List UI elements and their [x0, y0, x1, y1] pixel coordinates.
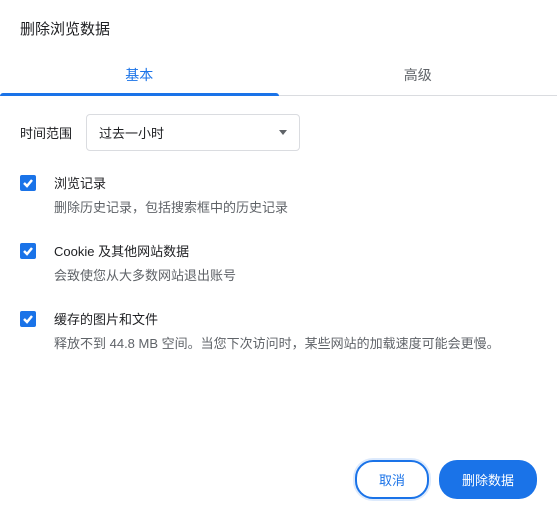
option-text: Cookie 及其他网站数据 会致使您从大多数网站退出账号 [54, 241, 537, 287]
time-range-selected: 过去一小时 [99, 123, 164, 142]
checkbox-cache[interactable] [20, 311, 36, 327]
option-title: 缓存的图片和文件 [54, 309, 537, 328]
chevron-down-icon [279, 130, 287, 135]
dialog-title: 删除浏览数据 [0, 0, 557, 53]
dialog-content: 时间范围 过去一小时 浏览记录 删除历史记录，包括搜索框中的历史记录 Cooki… [0, 96, 557, 354]
option-title: 浏览记录 [54, 173, 537, 192]
checkbox-cookies[interactable] [20, 243, 36, 259]
option-text: 缓存的图片和文件 释放不到 44.8 MB 空间。当您下次访问时，某些网站的加载… [54, 309, 537, 355]
tab-basic[interactable]: 基本 [0, 53, 279, 95]
option-desc: 释放不到 44.8 MB 空间。当您下次访问时，某些网站的加载速度可能会更慢。 [54, 334, 537, 355]
dialog-footer: 取消 删除数据 [355, 460, 537, 499]
option-desc: 会致使您从大多数网站退出账号 [54, 266, 537, 287]
tabs: 基本 高级 [0, 53, 557, 96]
time-range-row: 时间范围 过去一小时 [20, 114, 537, 151]
option-cache: 缓存的图片和文件 释放不到 44.8 MB 空间。当您下次访问时，某些网站的加载… [20, 309, 537, 355]
confirm-button[interactable]: 删除数据 [439, 460, 537, 499]
check-icon [22, 313, 34, 325]
option-cookies: Cookie 及其他网站数据 会致使您从大多数网站退出账号 [20, 241, 537, 287]
cancel-button[interactable]: 取消 [355, 460, 429, 499]
time-range-label: 时间范围 [20, 123, 72, 142]
option-title: Cookie 及其他网站数据 [54, 241, 537, 260]
option-text: 浏览记录 删除历史记录，包括搜索框中的历史记录 [54, 173, 537, 219]
checkbox-browsing-history[interactable] [20, 175, 36, 191]
check-icon [22, 177, 34, 189]
option-desc: 删除历史记录，包括搜索框中的历史记录 [54, 198, 537, 219]
option-browsing-history: 浏览记录 删除历史记录，包括搜索框中的历史记录 [20, 173, 537, 219]
time-range-select[interactable]: 过去一小时 [86, 114, 300, 151]
check-icon [22, 245, 34, 257]
tab-advanced[interactable]: 高级 [279, 53, 557, 95]
